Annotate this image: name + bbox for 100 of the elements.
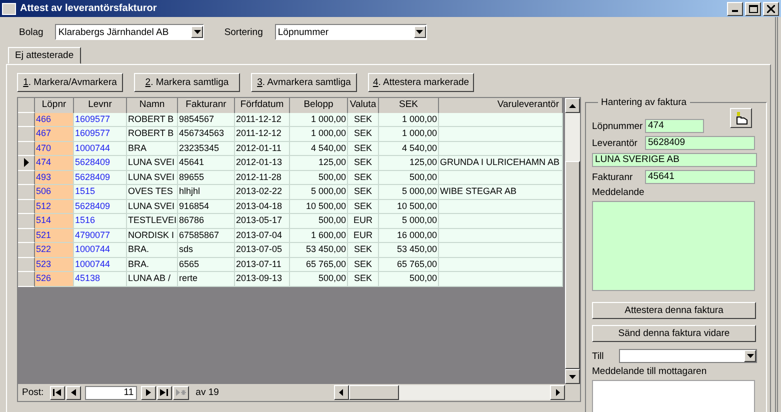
- table-cell: 523: [35, 258, 74, 272]
- action-button[interactable]: 4. Attestera markerade: [368, 73, 474, 92]
- column-header[interactable]: Varuleverantör: [439, 98, 563, 112]
- field-label: Meddelande till mottagaren: [592, 366, 707, 377]
- table-cell: hlhjhl: [178, 185, 235, 200]
- column-header[interactable]: SEK: [379, 98, 439, 112]
- table-cell: 5 000,00: [379, 214, 439, 228]
- table-cell: 526: [35, 272, 74, 286]
- grid-corner[interactable]: [18, 98, 35, 112]
- dropdown-field[interactable]: Löpnummer: [274, 24, 427, 40]
- table-cell: LUNA SVEI: [127, 170, 178, 185]
- table-cell: 45641: [178, 156, 235, 170]
- table-cell: 1000744: [74, 258, 127, 272]
- input-field[interactable]: 474: [645, 119, 704, 133]
- input-field[interactable]: 45641: [645, 170, 755, 184]
- table-cell: 1 000,00: [379, 127, 439, 142]
- field-label: Meddelande: [592, 187, 645, 198]
- table-cell: 16 000,00: [379, 228, 439, 243]
- current-row-icon: [24, 158, 28, 168]
- table-cell: BRA: [127, 142, 178, 156]
- table-cell: 514: [35, 214, 74, 228]
- message-field[interactable]: [592, 201, 755, 291]
- column-header[interactable]: Belopp: [290, 98, 348, 112]
- horizontal-scrollbar[interactable]: [334, 385, 565, 400]
- column-header[interactable]: Namn: [127, 98, 178, 112]
- table-cell: 1 600,00: [290, 228, 348, 243]
- table-cell: SEK: [348, 127, 379, 142]
- scroll-up-icon[interactable]: [565, 98, 580, 113]
- column-header[interactable]: Förfdatum: [235, 98, 290, 112]
- table-cell: 1609577: [74, 112, 127, 127]
- scroll-right-icon[interactable]: [550, 385, 565, 400]
- minimize-icon: [732, 10, 738, 12]
- vertical-scrollbar[interactable]: [565, 98, 580, 384]
- table-cell: 1000744: [74, 243, 127, 258]
- table-cell: LUNA SVEI: [127, 156, 178, 170]
- table-cell: 512: [35, 200, 74, 214]
- action-button[interactable]: 2. Markera samtliga: [134, 73, 240, 92]
- table-cell: BRA.: [127, 243, 178, 258]
- table-cell: 2012-01-13: [235, 156, 290, 170]
- action-button[interactable]: 1. Markera/Avmarkera: [17, 73, 123, 92]
- table-cell: 2013-04-18: [235, 200, 290, 214]
- table-cell: 125,00: [379, 156, 439, 170]
- table-cell: 493: [35, 170, 74, 185]
- field-label: Löpnummer: [592, 120, 644, 132]
- dropdown-field[interactable]: Klarabergs Järnhandel AB: [55, 24, 204, 40]
- table-cell: rerte: [178, 272, 235, 286]
- row-selector[interactable]: [18, 156, 35, 170]
- new-record-icon[interactable]: [172, 386, 189, 400]
- column-header[interactable]: Levnr: [74, 98, 127, 112]
- table-cell: 1515: [74, 185, 127, 200]
- table-cell: 125,00: [290, 156, 348, 170]
- table-cell: 6565: [178, 258, 235, 272]
- table-cell: 65 765,00: [379, 258, 439, 272]
- column-header[interactable]: Valuta: [348, 98, 379, 112]
- action-button[interactable]: Attestera denna faktura: [592, 302, 756, 319]
- action-button[interactable]: Sänd denna faktura vidare: [592, 325, 756, 342]
- table-cell: 474: [35, 156, 74, 170]
- table-cell: 2012-01-11: [235, 142, 290, 156]
- last-record-icon[interactable]: [156, 386, 172, 400]
- field-label: Till: [592, 350, 605, 362]
- pointer-icon[interactable]: [730, 108, 752, 128]
- tab[interactable]: Ej attesterade: [8, 47, 81, 64]
- next-record-icon[interactable]: [140, 386, 156, 400]
- input-field[interactable]: LUNA SVERIGE AB: [592, 153, 757, 167]
- maximize-button[interactable]: [745, 2, 761, 16]
- scroll-down-icon[interactable]: [565, 369, 580, 384]
- table-cell: SEK: [348, 112, 379, 127]
- table-cell: 53 450,00: [379, 243, 439, 258]
- table-cell: 467: [35, 127, 74, 142]
- recipient-dropdown[interactable]: [619, 349, 757, 363]
- action-button[interactable]: 3. Avmarkera samtliga: [251, 73, 357, 92]
- scroll-thumb[interactable]: [348, 385, 399, 400]
- table-cell: 466: [35, 112, 74, 127]
- previous-record-icon[interactable]: [66, 386, 81, 400]
- table-cell: 9854567: [178, 112, 235, 127]
- table-cell: 500,00: [290, 170, 348, 185]
- table-cell: 2011-12-12: [235, 112, 290, 127]
- close-button[interactable]: [763, 2, 779, 16]
- scroll-thumb[interactable]: [565, 161, 580, 369]
- field-label: Leverantör: [592, 138, 638, 148]
- table-cell: sds: [178, 243, 235, 258]
- table-cell: 2013-09-13: [235, 272, 290, 286]
- first-record-icon[interactable]: [50, 386, 65, 400]
- table-cell: 2013-07-11: [235, 258, 290, 272]
- column-header[interactable]: Fakturanr: [178, 98, 235, 112]
- filter-label: Sortering: [224, 26, 263, 38]
- column-header[interactable]: Löpnr: [35, 98, 74, 112]
- minimize-button[interactable]: [727, 2, 743, 16]
- table-cell: 500,00: [290, 214, 348, 228]
- input-field[interactable]: 5628409: [645, 136, 755, 150]
- table-cell: 67585867: [178, 228, 235, 243]
- table-cell: 1609577: [74, 127, 127, 142]
- scroll-left-icon[interactable]: [334, 385, 349, 400]
- table-cell: ROBERT B: [127, 127, 178, 142]
- close-icon: [767, 4, 775, 12]
- record-number-field[interactable]: 11: [84, 386, 137, 400]
- table-cell: 916854: [178, 200, 235, 214]
- table-cell: 2013-07-04: [235, 228, 290, 243]
- table-cell: WIBE STEGAR AB: [439, 185, 563, 200]
- window-title: Attest av leverantörsfakturor: [20, 3, 158, 14]
